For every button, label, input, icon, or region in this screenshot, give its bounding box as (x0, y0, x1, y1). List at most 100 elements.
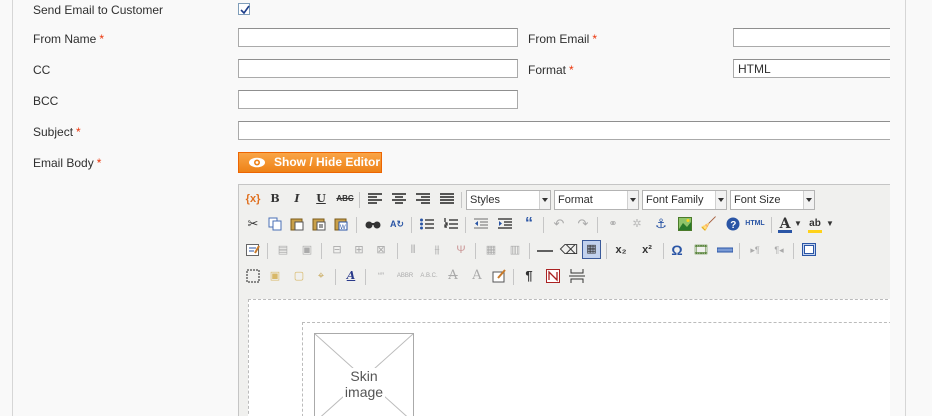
cc-input[interactable] (238, 59, 518, 78)
align-justify-icon[interactable] (437, 189, 457, 209)
toolbar-separator (606, 243, 607, 259)
image-icon[interactable] (675, 214, 695, 234)
paste-icon[interactable] (287, 214, 307, 234)
insert-table-icon[interactable] (243, 240, 263, 260)
required-mark: * (592, 32, 598, 46)
insert-layer-icon[interactable] (243, 266, 263, 286)
replace-icon[interactable]: A↻ (387, 214, 407, 234)
remove-format-icon[interactable]: ⌫ (559, 240, 579, 260)
editor-content-block: Skin image (302, 322, 890, 416)
attribs-icon[interactable] (489, 266, 509, 286)
split-cells-icon[interactable]: ▦ (481, 240, 501, 260)
toolbar-separator (267, 243, 268, 259)
email-body-label: Email Body * (33, 156, 102, 170)
italic-icon[interactable]: I (287, 189, 307, 209)
html-icon[interactable]: HTML (743, 214, 767, 234)
strikethrough-icon[interactable]: ABC (335, 189, 355, 209)
toolbar-separator (397, 243, 398, 259)
bullet-list-icon[interactable] (417, 214, 437, 234)
delete-col-icon[interactable]: Ψ (451, 240, 471, 260)
visual-aid-icon[interactable]: ▦ (582, 240, 601, 259)
styleprops-icon[interactable]: A (341, 266, 361, 286)
chevron-down-icon[interactable]: ▼ (825, 214, 835, 234)
abbr-icon[interactable]: ABBR (395, 266, 415, 286)
toolbar-separator (411, 217, 412, 233)
font-family-label: Font Family (646, 194, 704, 206)
chevron-down-icon (715, 191, 726, 209)
toolbar-separator (793, 243, 794, 259)
align-right-icon[interactable] (413, 189, 433, 209)
move-forward-icon[interactable]: ▣ (265, 266, 285, 286)
chevron-down-icon[interactable]: ▼ (793, 214, 803, 234)
pagebreak-icon[interactable] (567, 266, 587, 286)
link-icon[interactable]: ⚭ (603, 214, 623, 234)
absolute-icon[interactable]: ⌖ (311, 266, 331, 286)
cite-icon[interactable]: “” (371, 266, 391, 286)
subject-input[interactable] (238, 121, 890, 140)
insert-row-before-icon[interactable]: ⊟ (327, 240, 347, 260)
subject-label: Subject * (33, 125, 81, 139)
help-icon[interactable]: ? (723, 214, 743, 234)
horizontal-rule-icon[interactable] (535, 240, 555, 260)
fullscreen-icon[interactable] (799, 240, 819, 260)
numbered-list-icon[interactable] (441, 214, 461, 234)
del-icon[interactable]: A (443, 266, 463, 286)
subscript-icon[interactable]: x₂ (611, 240, 631, 260)
outdent-icon[interactable] (471, 214, 491, 234)
styles-select[interactable]: Styles (466, 190, 551, 210)
font-family-select[interactable]: Font Family (642, 190, 727, 210)
insert-col-before-icon[interactable]: ⫴ (403, 240, 423, 260)
unlink-icon[interactable]: ✲ (627, 214, 647, 234)
toolbar-separator (771, 217, 772, 233)
from-email-input[interactable] (733, 28, 890, 47)
find-icon[interactable] (363, 214, 383, 234)
media-icon[interactable]: 🎞 (691, 240, 711, 260)
table-row-props-icon[interactable]: ▤ (273, 240, 293, 260)
bold-icon[interactable]: B (265, 189, 285, 209)
toolbar-separator (543, 217, 544, 233)
nonbreaking-icon[interactable] (543, 266, 563, 286)
undo-icon[interactable]: ↶ (549, 214, 569, 234)
indent-icon[interactable] (495, 214, 515, 234)
bcc-label: BCC (33, 94, 59, 108)
format-block-select[interactable]: Format (554, 190, 639, 210)
insert-row-after-icon[interactable]: ⊞ (349, 240, 369, 260)
ltr-icon[interactable]: ▸¶ (745, 240, 765, 260)
special-char-icon[interactable]: Ω (667, 240, 687, 260)
cut-icon[interactable]: ✂ (243, 214, 263, 234)
toolbar-separator (597, 217, 598, 233)
insert-col-after-icon[interactable]: ⫵ (427, 240, 447, 260)
anchor-icon[interactable]: ⚓ (651, 214, 671, 234)
delete-row-icon[interactable]: ⊠ (371, 240, 391, 260)
advanced-hr-icon[interactable] (715, 240, 735, 260)
from-email-label: From Email * (528, 32, 598, 46)
table-cell-props-icon[interactable]: ▣ (297, 240, 317, 260)
toolbar-separator (365, 269, 366, 285)
align-left-icon[interactable] (365, 189, 385, 209)
show-hide-editor-button[interactable]: Show / Hide Editor (238, 152, 382, 173)
show-blocks-icon[interactable]: ¶ (519, 266, 539, 286)
cleanup-icon[interactable]: 🧹 (699, 214, 719, 234)
editor-content-area[interactable]: Skin image (248, 299, 890, 416)
rtl-icon[interactable]: ¶◂ (769, 240, 789, 260)
from-name-input[interactable] (238, 28, 518, 47)
superscript-icon[interactable]: x² (637, 240, 657, 260)
paste-text-icon[interactable] (309, 214, 329, 234)
blockquote-icon[interactable]: “ (519, 214, 539, 234)
format-select[interactable]: HTML (733, 59, 890, 78)
align-center-icon[interactable] (389, 189, 409, 209)
copy-icon[interactable] (265, 214, 285, 234)
font-size-select[interactable]: Font Size (730, 190, 815, 210)
send-email-checkbox[interactable] (238, 3, 250, 15)
move-backward-icon[interactable]: ▢ (289, 266, 309, 286)
paste-word-icon[interactable]: W (331, 214, 351, 234)
merge-cells-icon[interactable]: ▥ (505, 240, 525, 260)
underline-icon[interactable]: U (311, 189, 331, 209)
redo-icon[interactable]: ↷ (573, 214, 593, 234)
toolbar-separator (321, 243, 322, 259)
toolbar-row-2: ✂ W A↻ “ ↶ ↷ ⚭ ✲ ⚓ 🧹 ? HTML A ▼ ab ▼ (239, 211, 890, 237)
ins-icon[interactable]: A (467, 266, 487, 286)
variable-icon[interactable]: {x} (243, 189, 263, 209)
bcc-input[interactable] (238, 90, 518, 109)
acronym-icon[interactable]: A.B.C. (419, 266, 439, 286)
